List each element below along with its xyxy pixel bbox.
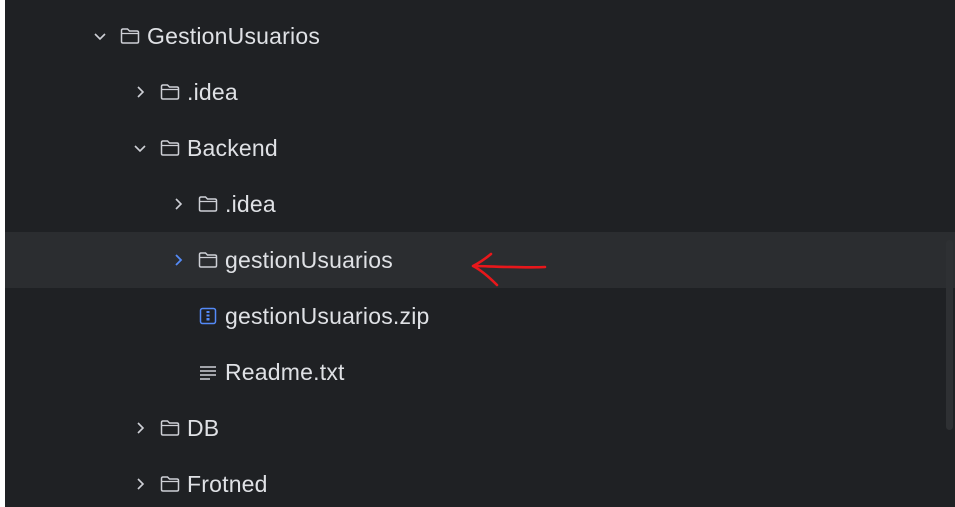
tree-item-gestionusuarios-root[interactable]: GestionUsuarios bbox=[5, 8, 955, 64]
tree-item-label: .idea bbox=[187, 78, 238, 105]
tree-item-idea[interactable]: .idea bbox=[5, 64, 955, 120]
folder-icon bbox=[119, 25, 141, 47]
chevron-down-icon[interactable] bbox=[129, 137, 151, 159]
chevron-right-icon[interactable] bbox=[167, 249, 189, 271]
tree-item-label: Backend bbox=[187, 134, 278, 161]
folder-icon bbox=[159, 473, 181, 495]
chevron-down-icon[interactable] bbox=[89, 25, 111, 47]
tree-item-label: gestionUsuarios bbox=[225, 246, 393, 273]
vertical-scrollbar[interactable] bbox=[946, 240, 953, 430]
tree-item-label: .idea bbox=[225, 190, 276, 217]
chevron-right-icon[interactable] bbox=[129, 473, 151, 495]
folder-icon bbox=[159, 137, 181, 159]
tree-item-label: GestionUsuarios bbox=[147, 22, 321, 49]
folder-icon bbox=[197, 193, 219, 215]
chevron-right-icon[interactable] bbox=[129, 81, 151, 103]
tree-item-label: DB bbox=[187, 414, 220, 441]
project-tree-panel: GestionUsuarios .idea Backend .idea gest… bbox=[5, 0, 955, 507]
chevron-right-icon[interactable] bbox=[129, 417, 151, 439]
chevron-right-icon[interactable] bbox=[167, 193, 189, 215]
tree-item-label: gestionUsuarios.zip bbox=[225, 302, 430, 329]
tree-item-backend[interactable]: Backend bbox=[5, 120, 955, 176]
tree-item-label: Frotned bbox=[187, 470, 268, 497]
tree-item-readme[interactable]: Readme.txt bbox=[5, 344, 955, 400]
folder-icon bbox=[197, 249, 219, 271]
folder-icon bbox=[159, 81, 181, 103]
tree-item-backend-idea[interactable]: .idea bbox=[5, 176, 955, 232]
tree-item-db[interactable]: DB bbox=[5, 400, 955, 456]
text-file-icon bbox=[197, 361, 219, 383]
archive-icon bbox=[197, 305, 219, 327]
folder-icon bbox=[159, 417, 181, 439]
tree-item-label: Readme.txt bbox=[225, 358, 345, 385]
red-arrow-annotation-icon bbox=[471, 252, 547, 287]
tree-item-gestionusuarios-zip[interactable]: gestionUsuarios.zip bbox=[5, 288, 955, 344]
tree-item-frotned[interactable]: Frotned bbox=[5, 456, 955, 507]
